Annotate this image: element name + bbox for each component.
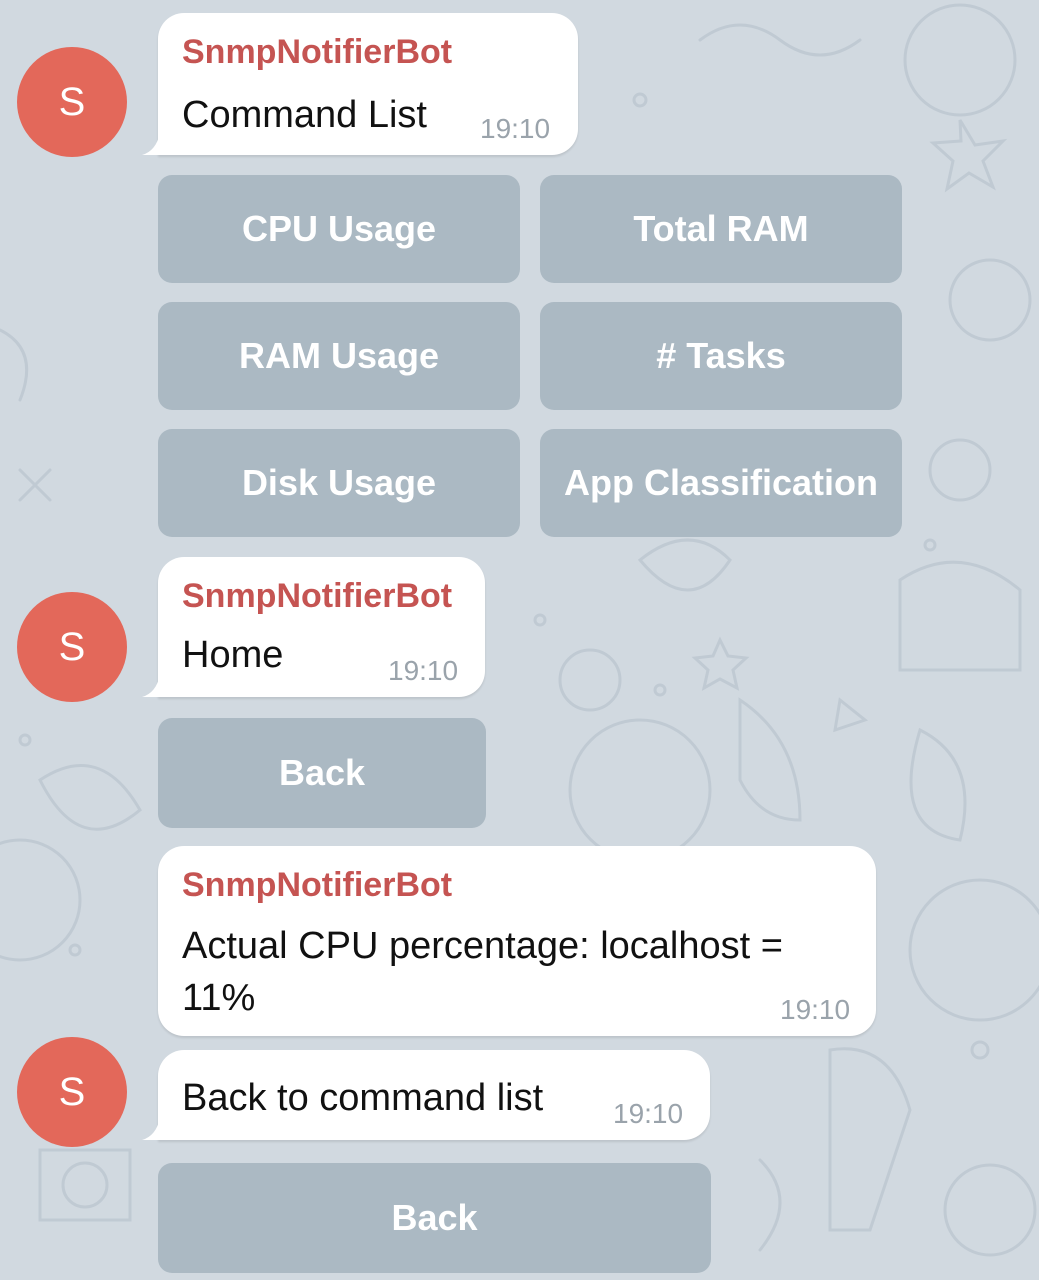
message-text: Home [182,634,284,676]
bubble-tail [142,1118,160,1140]
keyboard-button-disk-usage[interactable]: Disk Usage [158,429,520,537]
message-bubble: Back to command list 19:10 [142,1050,710,1140]
message-time: 19:10 [480,113,551,144]
bot-avatar[interactable]: S [17,47,127,157]
sender-name: SnmpNotifierBot [182,866,453,904]
message-bubble: SnmpNotifierBot Command List 19:10 [142,13,578,155]
message-time: 19:10 [388,655,459,686]
avatar-letter: S [58,1069,86,1114]
keyboard-button-total-ram[interactable]: Total RAM [540,175,902,283]
avatar-letter: S [58,624,86,669]
bubble-tail [142,675,160,697]
message-bubble: SnmpNotifierBot Actual CPU percentage: l… [158,846,876,1036]
keyboard-button-ram-usage[interactable]: RAM Usage [158,302,520,410]
message-text: Back to command list [182,1077,544,1119]
message-text: Command List [182,94,427,136]
avatar-letter: S [58,79,86,124]
bubble-tail [142,133,160,155]
message-bubble: SnmpNotifierBot Home 19:10 [142,557,485,697]
keyboard-button-cpu-usage[interactable]: CPU Usage [158,175,520,283]
bot-avatar[interactable]: S [17,1037,127,1147]
sender-name: SnmpNotifierBot [182,577,453,615]
keyboard-button-tasks[interactable]: # Tasks [540,302,902,410]
sender-name: SnmpNotifierBot [182,33,453,71]
keyboard-button-back[interactable]: Back [158,718,486,828]
keyboard-button-app-classification[interactable]: App Classification [540,429,902,537]
keyboard-button-back[interactable]: Back [158,1163,711,1273]
message-text: Actual CPU percentage: localhost = 11% [182,925,783,1019]
message-time: 19:10 [780,994,851,1025]
message-time: 19:10 [613,1098,684,1129]
bot-avatar[interactable]: S [17,592,127,702]
